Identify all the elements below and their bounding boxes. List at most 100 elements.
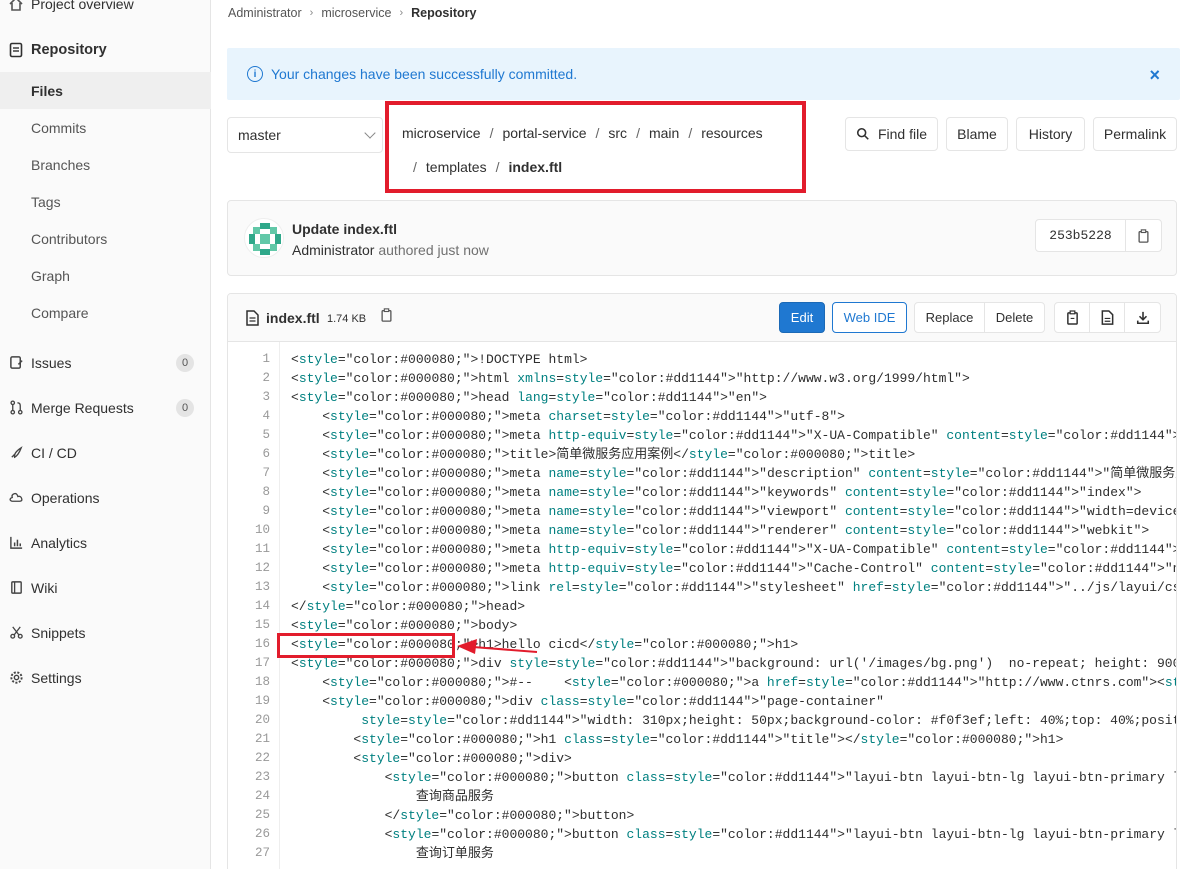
sidebar-item-merge-requests[interactable]: Merge Requests 0 <box>0 385 211 430</box>
line-number[interactable]: 18 <box>228 673 279 692</box>
path-segment[interactable]: templates <box>426 159 487 175</box>
file-header: index.ftl 1.74 KB Edit Web IDE Replace D… <box>228 294 1176 342</box>
line-number[interactable]: 3 <box>228 388 279 407</box>
copy-path-button[interactable] <box>380 308 393 325</box>
code-line: <style="color:#000080;">link rel=style="… <box>291 580 1176 595</box>
delete-button[interactable]: Delete <box>984 302 1045 333</box>
web-ide-button[interactable]: Web IDE <box>832 302 907 333</box>
code-line: <style="color:#000080;">meta name=style=… <box>291 466 1176 481</box>
subnav-item-commits[interactable]: Commits <box>0 109 211 146</box>
sidebar-item-issues[interactable]: Issues 0 <box>0 340 211 385</box>
line-number[interactable]: 20 <box>228 711 279 730</box>
line-number[interactable]: 14 <box>228 597 279 616</box>
commit-author[interactable]: Administrator <box>292 242 374 258</box>
history-button[interactable]: History <box>1016 117 1085 151</box>
line-number[interactable]: 26 <box>228 825 279 844</box>
subnav-item-contributors[interactable]: Contributors <box>0 220 211 257</box>
permalink-button[interactable]: Permalink <box>1093 117 1177 151</box>
line-number[interactable]: 21 <box>228 730 279 749</box>
line-number[interactable]: 12 <box>228 559 279 578</box>
line-number[interactable]: 2 <box>228 369 279 388</box>
subnav-item-files[interactable]: Files <box>0 72 211 109</box>
sidebar-item-repository[interactable]: Repository <box>0 38 211 62</box>
line-number[interactable]: 5 <box>228 426 279 445</box>
sidebar-item-wiki[interactable]: Wiki <box>0 565 211 610</box>
sidebar-item-analytics[interactable]: Analytics <box>0 520 211 565</box>
breadcrumb: Administrator › microservice › Repositor… <box>228 6 476 20</box>
flash-message: Your changes have been successfully comm… <box>271 66 578 82</box>
code-line: 查询商品服务 <box>291 789 494 804</box>
line-number[interactable]: 27 <box>228 844 279 863</box>
line-number[interactable]: 10 <box>228 521 279 540</box>
branch-name: master <box>238 127 281 143</box>
code-line: <style="color:#000080;">!DOCTYPE html> <box>291 352 588 367</box>
info-icon: i <box>247 66 263 82</box>
find-file-button[interactable]: Find file <box>845 117 938 151</box>
sidebar-item-operations[interactable]: Operations <box>0 475 211 520</box>
sidebar-item-snippets[interactable]: Snippets <box>0 610 211 655</box>
replace-button[interactable]: Replace <box>914 302 985 333</box>
code-line: style=style="color:#dd1144">"width: 310p… <box>361 713 1176 728</box>
line-number[interactable]: 23 <box>228 768 279 787</box>
breadcrumb-item[interactable]: Administrator <box>228 6 302 20</box>
code-line: </style="color:#000080;">head> <box>291 599 526 614</box>
download-button[interactable] <box>1124 302 1161 333</box>
file-path-continued: / templates / index.ftl <box>413 159 562 175</box>
code-line: <style="color:#000080;">title>简单微服务应用案例<… <box>291 447 916 462</box>
line-number[interactable]: 6 <box>228 445 279 464</box>
line-number[interactable]: 19 <box>228 692 279 711</box>
copy-contents-button[interactable] <box>1054 302 1090 333</box>
scissors-icon <box>8 625 24 641</box>
code-line: <style="color:#000080;">div class=style=… <box>291 694 884 709</box>
sidebar-item-settings[interactable]: Settings <box>0 655 211 700</box>
subnav-item-tags[interactable]: Tags <box>0 183 211 220</box>
commit-title[interactable]: Update index.ftl <box>292 221 397 237</box>
code-line: <style="color:#000080;">button class=sty… <box>291 770 1176 785</box>
rocket-icon <box>8 445 24 461</box>
file-name: index.ftl <box>266 310 320 326</box>
breadcrumb-current[interactable]: Repository <box>411 6 476 20</box>
sidebar-item-ci-cd[interactable]: CI / CD <box>0 430 211 475</box>
line-number[interactable]: 24 <box>228 787 279 806</box>
line-number[interactable]: 25 <box>228 806 279 825</box>
path-segment[interactable]: resources <box>701 125 762 141</box>
line-number[interactable]: 9 <box>228 502 279 521</box>
subnav-item-compare[interactable]: Compare <box>0 294 211 331</box>
subnav-item-graph[interactable]: Graph <box>0 257 211 294</box>
line-number[interactable]: 15 <box>228 616 279 635</box>
line-number[interactable]: 7 <box>228 464 279 483</box>
open-raw-button[interactable] <box>1089 302 1125 333</box>
clipboard-icon <box>381 308 392 322</box>
subnav-item-branches[interactable]: Branches <box>0 146 211 183</box>
code-view: 1 2 3 4 5 6 7 8 9 10 11 12 13 14 15 16 17 18 19 20 21 22 23 24 2… <box>228 342 1176 869</box>
line-number[interactable]: 8 <box>228 483 279 502</box>
path-segment[interactable]: src <box>608 125 627 141</box>
line-number[interactable]: 11 <box>228 540 279 559</box>
sidebar-item-label: CI / CD <box>31 444 77 461</box>
sidebar-item-label: Settings <box>31 669 82 686</box>
line-number[interactable]: 17 <box>228 654 279 673</box>
line-number[interactable]: 16 <box>228 635 279 654</box>
breadcrumb-item[interactable]: microservice <box>321 6 391 20</box>
commit-sha-group: 253b5228 <box>1035 219 1162 252</box>
path-segment[interactable]: main <box>649 125 679 141</box>
edit-button[interactable]: Edit <box>779 302 825 333</box>
path-segment[interactable]: microservice <box>402 125 481 141</box>
blame-button[interactable]: Blame <box>946 117 1008 151</box>
line-number[interactable]: 13 <box>228 578 279 597</box>
copy-sha-button[interactable] <box>1126 220 1161 251</box>
line-number[interactable]: 1 <box>228 350 279 369</box>
cloud-icon <box>8 490 24 506</box>
avatar[interactable] <box>244 218 284 258</box>
line-number[interactable]: 4 <box>228 407 279 426</box>
branch-select[interactable]: master <box>227 117 383 153</box>
code-line: <style="color:#000080;">button class=sty… <box>291 827 1176 842</box>
commit-meta: Administrator authored just now <box>292 242 489 258</box>
commit-sha[interactable]: 253b5228 <box>1036 220 1126 251</box>
path-segment[interactable]: portal-service <box>502 125 586 141</box>
line-number[interactable]: 22 <box>228 749 279 768</box>
sidebar-item-project-overview[interactable]: Project overview <box>0 0 211 16</box>
code-line: <style="color:#000080;">meta name=style=… <box>291 504 1176 519</box>
close-icon[interactable]: × <box>1149 65 1160 86</box>
annotation-highlight-box <box>385 101 806 193</box>
